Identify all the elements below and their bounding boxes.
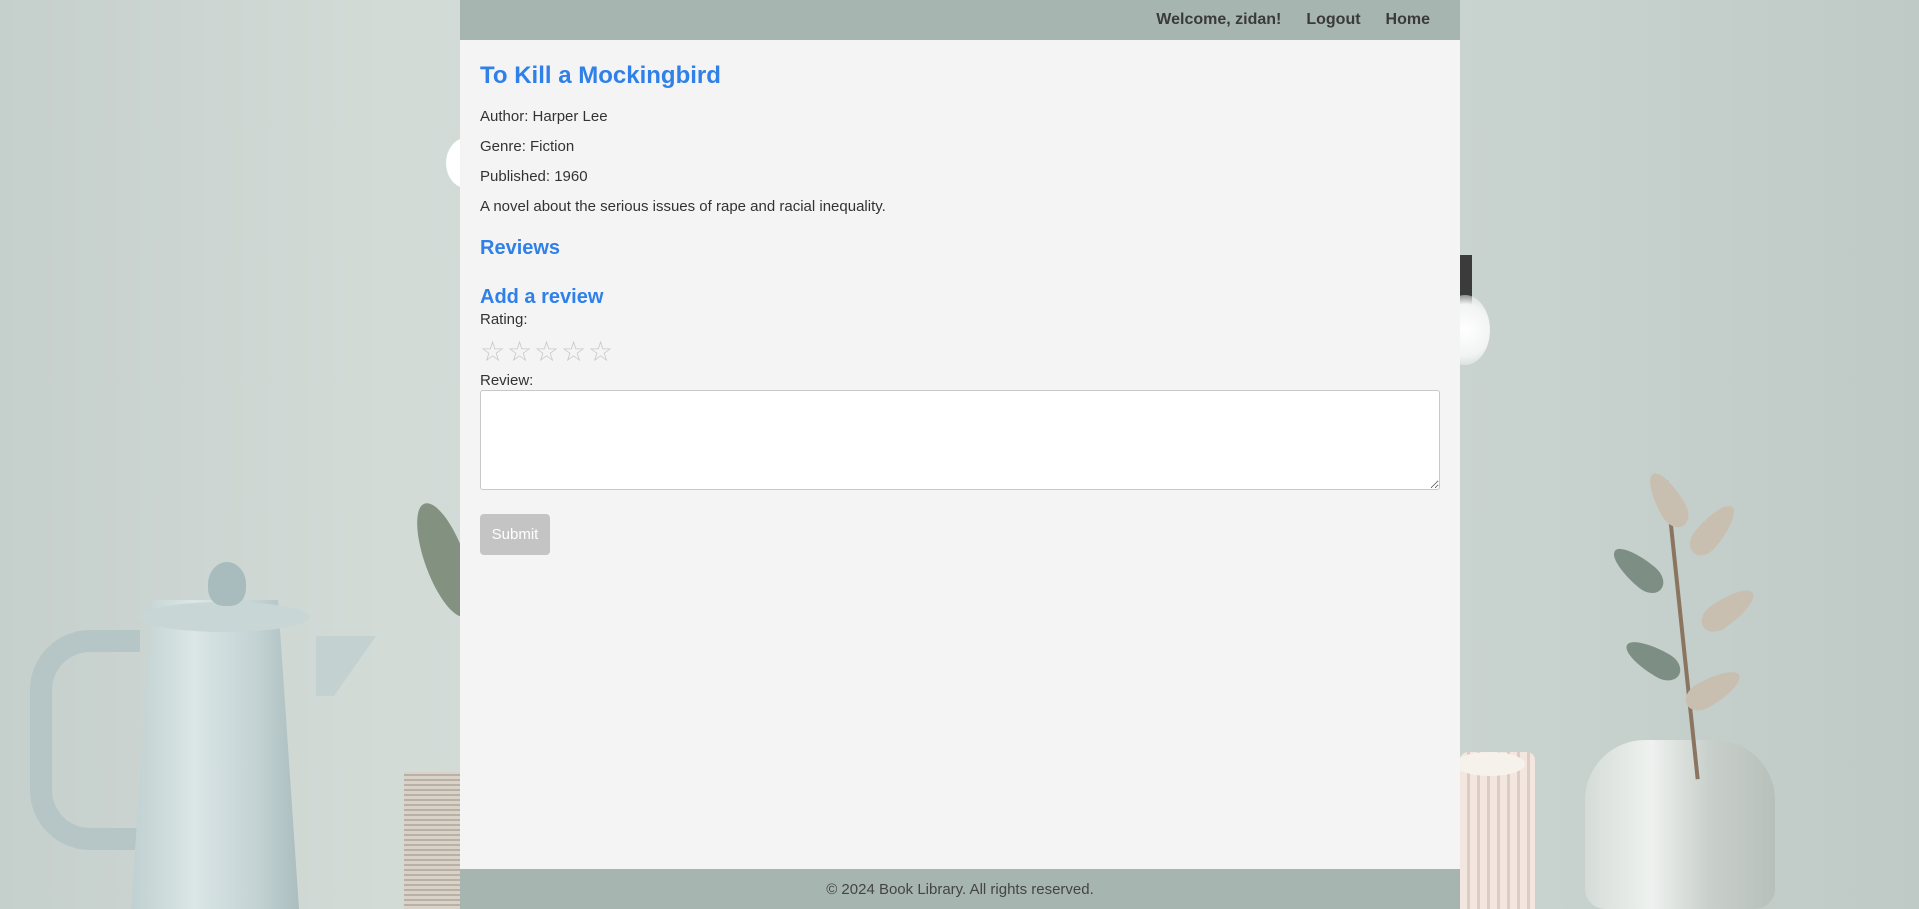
book-published: Published: 1960: [480, 168, 588, 185]
footer-copyright: © 2024 Book Library. All rights reserved…: [826, 880, 1094, 898]
kettle-handle-decoration: [30, 630, 140, 850]
reviews-heading: Reviews: [480, 237, 561, 259]
star-icon-1[interactable]: ☆: [480, 338, 505, 366]
plant-leaf-decoration: [1620, 633, 1686, 687]
main-panel: Welcome, zidan! Logout Home To Kill a Mo…: [460, 0, 1460, 909]
plant-pot-decoration: [404, 772, 464, 909]
book-description: A novel about the serious issues of rape…: [480, 198, 886, 215]
star-icon-4[interactable]: ☆: [561, 338, 586, 366]
logout-link[interactable]: Logout: [1306, 11, 1360, 29]
top-nav-bar: Welcome, zidan! Logout Home: [460, 0, 1460, 40]
book-genre: Genre: Fiction: [480, 138, 575, 155]
glass-vase-decoration: [1585, 740, 1775, 909]
plant-leaf-decoration: [1683, 498, 1743, 562]
kettle-knob-decoration: [208, 562, 246, 606]
plant-leaf-decoration: [1680, 663, 1746, 717]
submit-button[interactable]: Submit: [480, 514, 550, 555]
footer: © 2024 Book Library. All rights reserved…: [460, 869, 1460, 909]
rating-label: Rating:: [480, 311, 528, 328]
review-textarea[interactable]: [480, 390, 1440, 490]
star-icon-5[interactable]: ☆: [588, 338, 613, 366]
book-detail-content: To Kill a Mockingbird Author: Harper Lee…: [460, 40, 1460, 869]
star-icon-2[interactable]: ☆: [507, 338, 532, 366]
plant-leaf-decoration: [1606, 540, 1670, 600]
home-link[interactable]: Home: [1386, 11, 1430, 29]
plant-leaf-decoration: [1641, 467, 1695, 533]
ceramic-vase-rim-decoration: [1455, 752, 1525, 776]
book-title: To Kill a Mockingbird: [480, 62, 721, 89]
kettle-lid-decoration: [140, 602, 310, 632]
star-icon-3[interactable]: ☆: [534, 338, 559, 366]
kettle-spout-decoration: [316, 636, 376, 696]
plant-leaf-decoration: [1695, 582, 1761, 638]
welcome-message: Welcome, zidan!: [1156, 11, 1282, 28]
kettle-decoration: [131, 600, 299, 909]
add-review-heading: Add a review: [480, 286, 604, 308]
book-author: Author: Harper Lee: [480, 108, 608, 125]
review-label: Review:: [480, 372, 534, 389]
star-rating: ☆ ☆ ☆ ☆ ☆: [480, 338, 1440, 366]
